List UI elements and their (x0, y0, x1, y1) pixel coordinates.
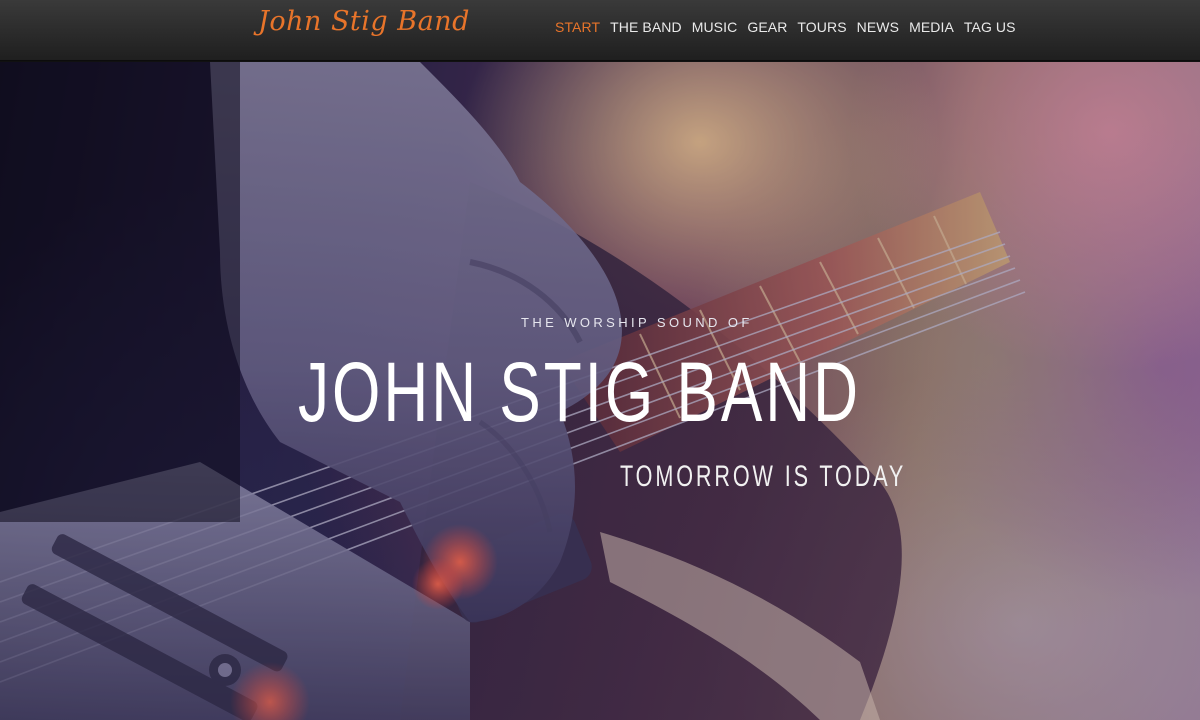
nav-item: TAG US (964, 17, 1016, 36)
nav-link-tours[interactable]: TOURS (797, 19, 846, 35)
brand-logo[interactable]: John Stig Band (258, 6, 470, 37)
nav-link-gear[interactable]: GEAR (747, 19, 787, 35)
nav-item: START (555, 17, 600, 36)
nav-link-start[interactable]: START (555, 19, 600, 35)
nav-item: NEWS (857, 17, 899, 36)
nav-link-news[interactable]: NEWS (857, 19, 899, 35)
nav-item: MEDIA (909, 17, 954, 36)
hero-kicker: THE WORSHIP SOUND OF (521, 315, 753, 330)
nav-item: MUSIC (692, 17, 738, 36)
hero-title: JOHN STIG BAND (298, 345, 861, 439)
nav-item: TOURS (797, 17, 846, 36)
page: John Stig Band START THE BAND MUSIC GEAR… (0, 0, 1200, 720)
hero-banner: THE WORSHIP SOUND OF JOHN STIG BAND TOMO… (0, 62, 1200, 720)
top-navbar: John Stig Band START THE BAND MUSIC GEAR… (0, 0, 1200, 61)
nav-link-music[interactable]: MUSIC (692, 19, 738, 35)
nav-link-media[interactable]: MEDIA (909, 19, 954, 35)
nav-item: THE BAND (610, 17, 682, 36)
main-nav: START THE BAND MUSIC GEAR TOURS NEWS MED… (555, 17, 1016, 36)
nav-link-the-band[interactable]: THE BAND (610, 19, 682, 35)
hero-text-block: THE WORSHIP SOUND OF JOHN STIG BAND TOMO… (0, 62, 1200, 720)
nav-link-tag-us[interactable]: TAG US (964, 19, 1016, 35)
nav-item: GEAR (747, 17, 787, 36)
hero-tagline: TOMORROW IS TODAY (620, 460, 907, 493)
